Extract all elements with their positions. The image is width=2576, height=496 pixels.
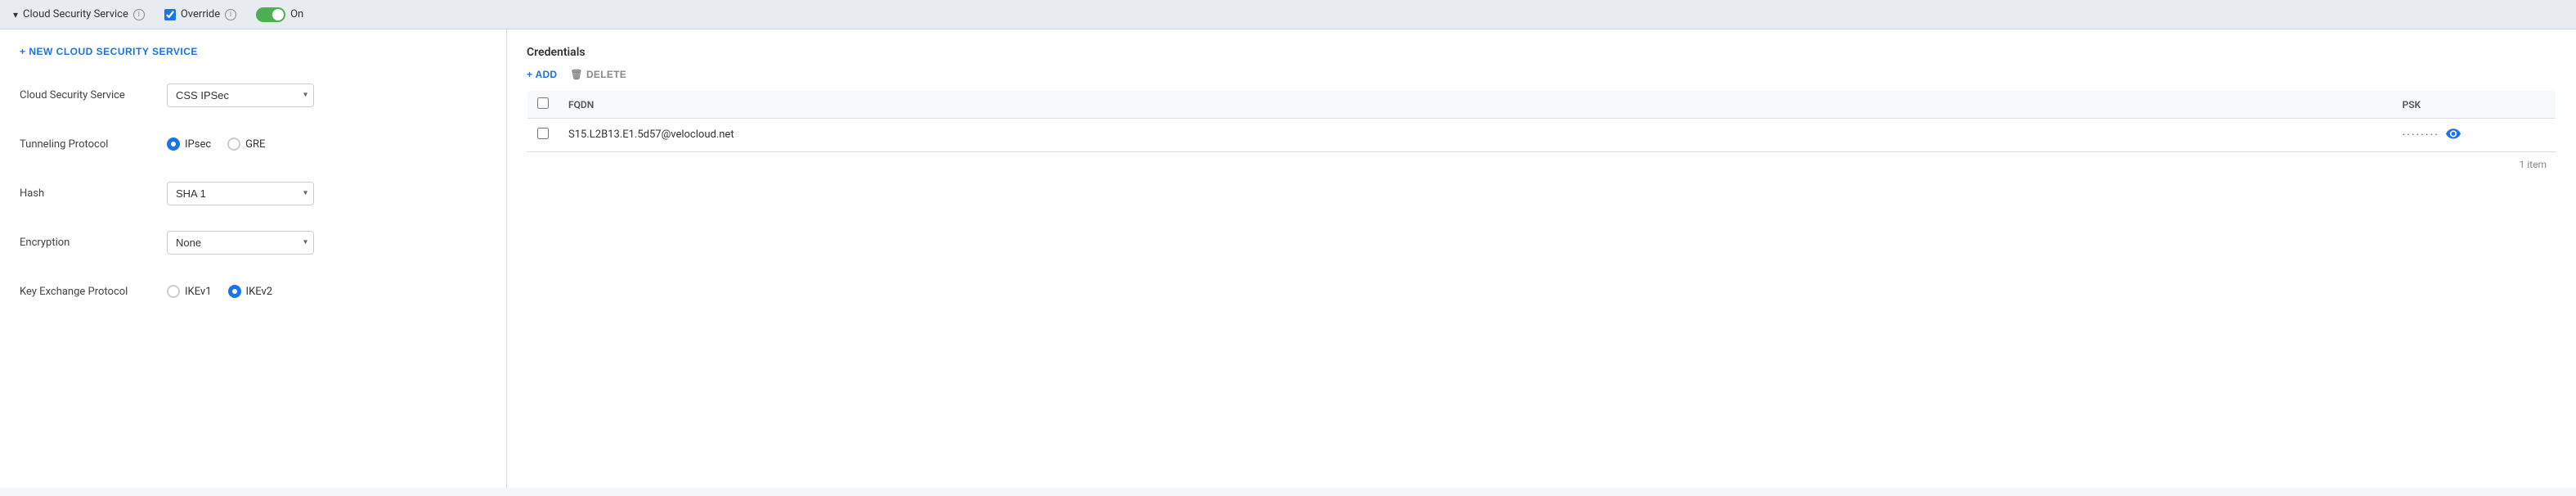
header-title: Cloud Security Service xyxy=(23,8,128,20)
radio-ipsec[interactable]: IPsec xyxy=(167,138,211,151)
toggle-thumb xyxy=(272,9,284,20)
radio-dot-ikev2 xyxy=(228,285,241,298)
table-footer: 1 item xyxy=(527,151,2556,177)
add-credential-button[interactable]: + ADD xyxy=(527,69,557,80)
radio-label-gre: GRE xyxy=(245,138,265,151)
eye-icon[interactable] xyxy=(2446,127,2461,142)
radio-dot-ikev1 xyxy=(167,285,180,298)
main-content: + NEW CLOUD SECURITY SERVICE Cloud Secur… xyxy=(0,29,2576,488)
key-exchange-radio-group: IKEv1 IKEv2 xyxy=(167,285,487,298)
radio-dot-gre xyxy=(227,138,240,151)
left-panel: + NEW CLOUD SECURITY SERVICE Cloud Secur… xyxy=(0,29,507,488)
credentials-actions: + ADD 🗑 DELETE xyxy=(527,69,2556,80)
radio-ikev2[interactable]: IKEv2 xyxy=(228,285,273,298)
header-info-icon[interactable]: i xyxy=(133,9,145,20)
fqdn-cell: S15.L2B13.E1.5d57@velocloud.net xyxy=(559,119,2393,151)
tunneling-radio-group: IPsec GRE xyxy=(167,138,487,151)
form-row-key-exchange: Key Exchange Protocol IKEv1 IKEv2 xyxy=(20,277,487,306)
credentials-table: FQDN PSK S15.L2B13.E1.5d57@velocloud.net… xyxy=(527,90,2556,151)
credentials-title: Credentials xyxy=(527,46,2556,59)
form-row-hash: Hash SHA 1 SHA 256 MD5 ▾ xyxy=(20,178,487,208)
th-fqdn: FQDN xyxy=(559,91,2393,119)
section-title: ▾ Cloud Security Service i xyxy=(13,8,145,20)
toggle-track[interactable] xyxy=(256,7,285,22)
th-psk: PSK xyxy=(2393,91,2556,119)
hash-select[interactable]: SHA 1 SHA 256 MD5 xyxy=(167,182,314,205)
control-encryption: None AES 128 AES 256 ▾ xyxy=(167,231,487,255)
toggle-label: On xyxy=(290,8,303,20)
right-panel: Credentials + ADD 🗑 DELETE FQDN PSK xyxy=(507,29,2576,488)
psk-dots: ········ xyxy=(2403,129,2439,142)
control-css: CSS IPSec CSS GRE ▾ xyxy=(167,83,487,107)
label-tunneling: Tunneling Protocol xyxy=(20,138,167,151)
override-checkbox[interactable] xyxy=(164,9,176,20)
psk-cell: ········ xyxy=(2393,119,2556,151)
delete-label: DELETE xyxy=(586,69,626,80)
override-info-icon[interactable]: i xyxy=(225,9,236,20)
control-key-exchange: IKEv1 IKEv2 xyxy=(167,285,487,298)
radio-ikev1[interactable]: IKEv1 xyxy=(167,285,212,298)
row-checkbox-cell xyxy=(527,119,559,151)
override-section: Override i xyxy=(164,8,236,20)
form-row-css: Cloud Security Service CSS IPSec CSS GRE… xyxy=(20,80,487,110)
form-row-tunneling: Tunneling Protocol IPsec GRE xyxy=(20,129,487,159)
css-select[interactable]: CSS IPSec CSS GRE xyxy=(167,83,314,107)
table-row: S15.L2B13.E1.5d57@velocloud.net ········ xyxy=(527,119,2556,151)
collapse-chevron[interactable]: ▾ xyxy=(13,9,18,20)
radio-label-ipsec: IPsec xyxy=(185,138,211,151)
th-checkbox xyxy=(527,91,559,119)
hash-select-wrapper: SHA 1 SHA 256 MD5 ▾ xyxy=(167,182,314,205)
override-label: Override xyxy=(181,8,220,20)
radio-label-ikev1: IKEv1 xyxy=(185,286,212,298)
radio-dot-ipsec xyxy=(167,138,180,151)
select-all-checkbox[interactable] xyxy=(537,97,549,109)
new-cloud-security-service-button[interactable]: + NEW CLOUD SECURITY SERVICE xyxy=(20,46,198,57)
control-hash: SHA 1 SHA 256 MD5 ▾ xyxy=(167,182,487,205)
label-key-exchange: Key Exchange Protocol xyxy=(20,286,167,298)
header-bar: ▾ Cloud Security Service i Override i On xyxy=(0,0,2576,29)
label-css: Cloud Security Service xyxy=(20,89,167,101)
delete-credential-button[interactable]: 🗑 DELETE xyxy=(570,69,626,80)
trash-icon: 🗑 xyxy=(570,69,583,80)
radio-gre[interactable]: GRE xyxy=(227,138,265,151)
toggle-switch[interactable]: On xyxy=(256,7,303,22)
encryption-select-wrapper: None AES 128 AES 256 ▾ xyxy=(167,231,314,255)
encryption-select[interactable]: None AES 128 AES 256 xyxy=(167,231,314,255)
radio-label-ikev2: IKEv2 xyxy=(246,286,273,298)
form-row-encryption: Encryption None AES 128 AES 256 ▾ xyxy=(20,228,487,257)
label-hash: Hash xyxy=(20,187,167,200)
label-encryption: Encryption xyxy=(20,237,167,249)
row-checkbox[interactable] xyxy=(537,128,549,139)
control-tunneling: IPsec GRE xyxy=(167,138,487,151)
psk-dots-container: ········ xyxy=(2403,127,2547,142)
css-select-wrapper: CSS IPSec CSS GRE ▾ xyxy=(167,83,314,107)
